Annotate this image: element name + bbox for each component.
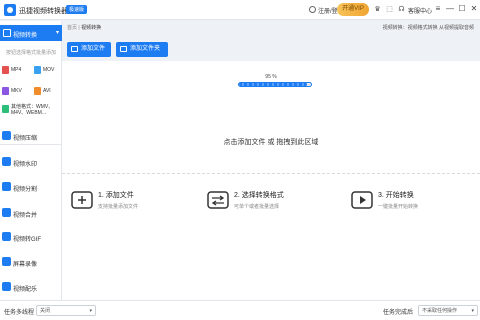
maximize-button[interactable]: ☐ xyxy=(457,4,467,14)
split-icon xyxy=(2,182,11,191)
close-button[interactable]: ✕ xyxy=(469,4,479,14)
format-label: MOV xyxy=(43,67,55,73)
format-label: MKV xyxy=(11,88,22,94)
user-icon[interactable] xyxy=(309,6,316,13)
sidebar-item-label: 视频转换 xyxy=(13,33,38,39)
gift-icon[interactable]: ⬚ xyxy=(386,6,393,13)
menu-icon[interactable]: ≡ xyxy=(433,4,443,14)
step-description: 一键批量开始转换 xyxy=(378,204,419,210)
crown-icon[interactable]: ♛ xyxy=(374,6,381,13)
step-title: 3. 开始转换 xyxy=(378,192,414,199)
record-icon xyxy=(2,257,11,266)
help-center-link[interactable]: 客服中心 xyxy=(408,6,432,15)
sidebar-divider xyxy=(0,144,62,145)
folder-icon xyxy=(120,46,127,52)
add-folder-button[interactable]: 添加文件夹 xyxy=(116,42,168,57)
sidebar-item-video-convert[interactable]: 视频转换 ▾ xyxy=(0,25,62,41)
multithread-value: 关闭 xyxy=(40,308,51,314)
chevron-down-icon: ▾ xyxy=(55,30,59,36)
headset-icon[interactable]: ☊ xyxy=(398,6,405,13)
sidebar-item-gif[interactable]: 视频转GIF xyxy=(0,229,62,245)
progress-fill xyxy=(239,83,308,86)
avi-file-icon xyxy=(34,87,41,95)
multithread-label: 任务多线程 xyxy=(4,310,35,316)
multithread-select[interactable]: 关闭 ▾ xyxy=(36,305,96,316)
progress-label: 95 % xyxy=(265,74,277,80)
app-title: 迅捷视频转换器 xyxy=(19,8,68,15)
after-done-value: 不采取任何操作 xyxy=(422,308,458,314)
chevron-down-icon: ▾ xyxy=(89,308,92,314)
gif-icon xyxy=(2,232,11,241)
app-logo-icon xyxy=(4,4,16,16)
edition-badge: 极速版 xyxy=(66,5,88,14)
step-title: 2. 选择转换格式 xyxy=(234,192,284,199)
minimize-button[interactable]: — xyxy=(445,4,455,14)
dashed-divider xyxy=(62,173,480,174)
breadcrumb-separator: | xyxy=(78,25,80,31)
status-bar: 任务多线程 关闭 ▾ 任务完成后 不采取任何操作 ▾ xyxy=(0,300,480,320)
sidebar-item-label: 视频转GIF xyxy=(13,237,41,243)
step-description: 可单个或者批量选择 xyxy=(234,204,280,210)
mov-file-icon xyxy=(34,66,41,74)
video-convert-icon xyxy=(3,29,11,37)
sidebar-item-label: 视频合并 xyxy=(13,213,38,219)
drop-zone-text[interactable]: 点击添加文件 或 拖拽到此区域 xyxy=(62,137,480,147)
add-file-icon xyxy=(71,46,78,52)
sidebar-item-label: 视频压缩 xyxy=(13,136,38,142)
after-done-select[interactable]: 不采取任何操作 ▾ xyxy=(418,305,478,316)
add-file-button[interactable]: 添加文件 xyxy=(67,42,111,57)
watermark-icon xyxy=(2,157,11,166)
after-done-label: 任务完成后 xyxy=(383,310,414,316)
sidebar-item-label: 屏幕录像 xyxy=(13,262,38,268)
drop-zone[interactable] xyxy=(62,61,480,300)
sidebar-item-split[interactable]: 视频分割 xyxy=(0,179,62,195)
start-convert-icon xyxy=(351,191,373,209)
mkv-file-icon xyxy=(2,87,9,95)
sidebar-item-label: 视频配乐 xyxy=(13,287,38,293)
title-bar: 迅捷视频转换器 极速版 注册/登录 开通VIP ♛ ⬚ ☊ 客服中心 ≡ — ☐… xyxy=(0,0,480,20)
format-label: 其他格式：WMV、M4V、WEBM... xyxy=(11,104,54,116)
format-label: MP4 xyxy=(11,67,22,73)
sidebar-item-label: 视频水印 xyxy=(13,162,38,168)
sidebar-item-label: 视频分割 xyxy=(13,187,38,193)
sidebar-item-music[interactable]: 视频配乐 xyxy=(0,279,62,295)
sidebar-item-watermark[interactable]: 视频水印 xyxy=(0,154,62,170)
breadcrumb-current: 视频转换 xyxy=(81,25,102,31)
breadcrumb: 首页 | 视频转换 xyxy=(67,24,101,31)
format-hint: 按钮选择格式批量添加 xyxy=(6,50,57,56)
chevron-down-icon: ▾ xyxy=(471,308,474,314)
sidebar: 视频转换 ▾ 按钮选择格式批量添加 MP4 MOV MKV AVI 其他格式：W… xyxy=(0,21,62,300)
breadcrumb-home[interactable]: 首页 xyxy=(67,25,77,31)
progress-bar xyxy=(238,82,312,87)
step-title: 1. 添加文件 xyxy=(98,192,134,199)
add-file-label: 添加文件 xyxy=(81,46,106,52)
add-folder-label: 添加文件夹 xyxy=(130,46,161,52)
vip-button[interactable]: 开通VIP xyxy=(337,3,369,16)
merge-icon xyxy=(2,208,11,217)
sidebar-item-compress[interactable]: 视频压缩 xyxy=(0,128,62,144)
sidebar-item-record[interactable]: 屏幕录像 xyxy=(0,254,62,270)
music-icon xyxy=(2,282,11,291)
other-file-icon xyxy=(2,105,9,113)
convert-format-icon xyxy=(207,191,229,209)
step-description: 支持批量添加文件 xyxy=(98,204,139,210)
add-file-icon xyxy=(71,191,93,209)
mp4-file-icon xyxy=(2,66,9,74)
sidebar-item-merge[interactable]: 视频合并 xyxy=(0,205,62,221)
feature-description: 视频转换：视频格式转换 从视频提取音频 xyxy=(382,25,474,31)
compress-icon xyxy=(2,131,11,140)
format-label: AVI xyxy=(43,88,51,94)
